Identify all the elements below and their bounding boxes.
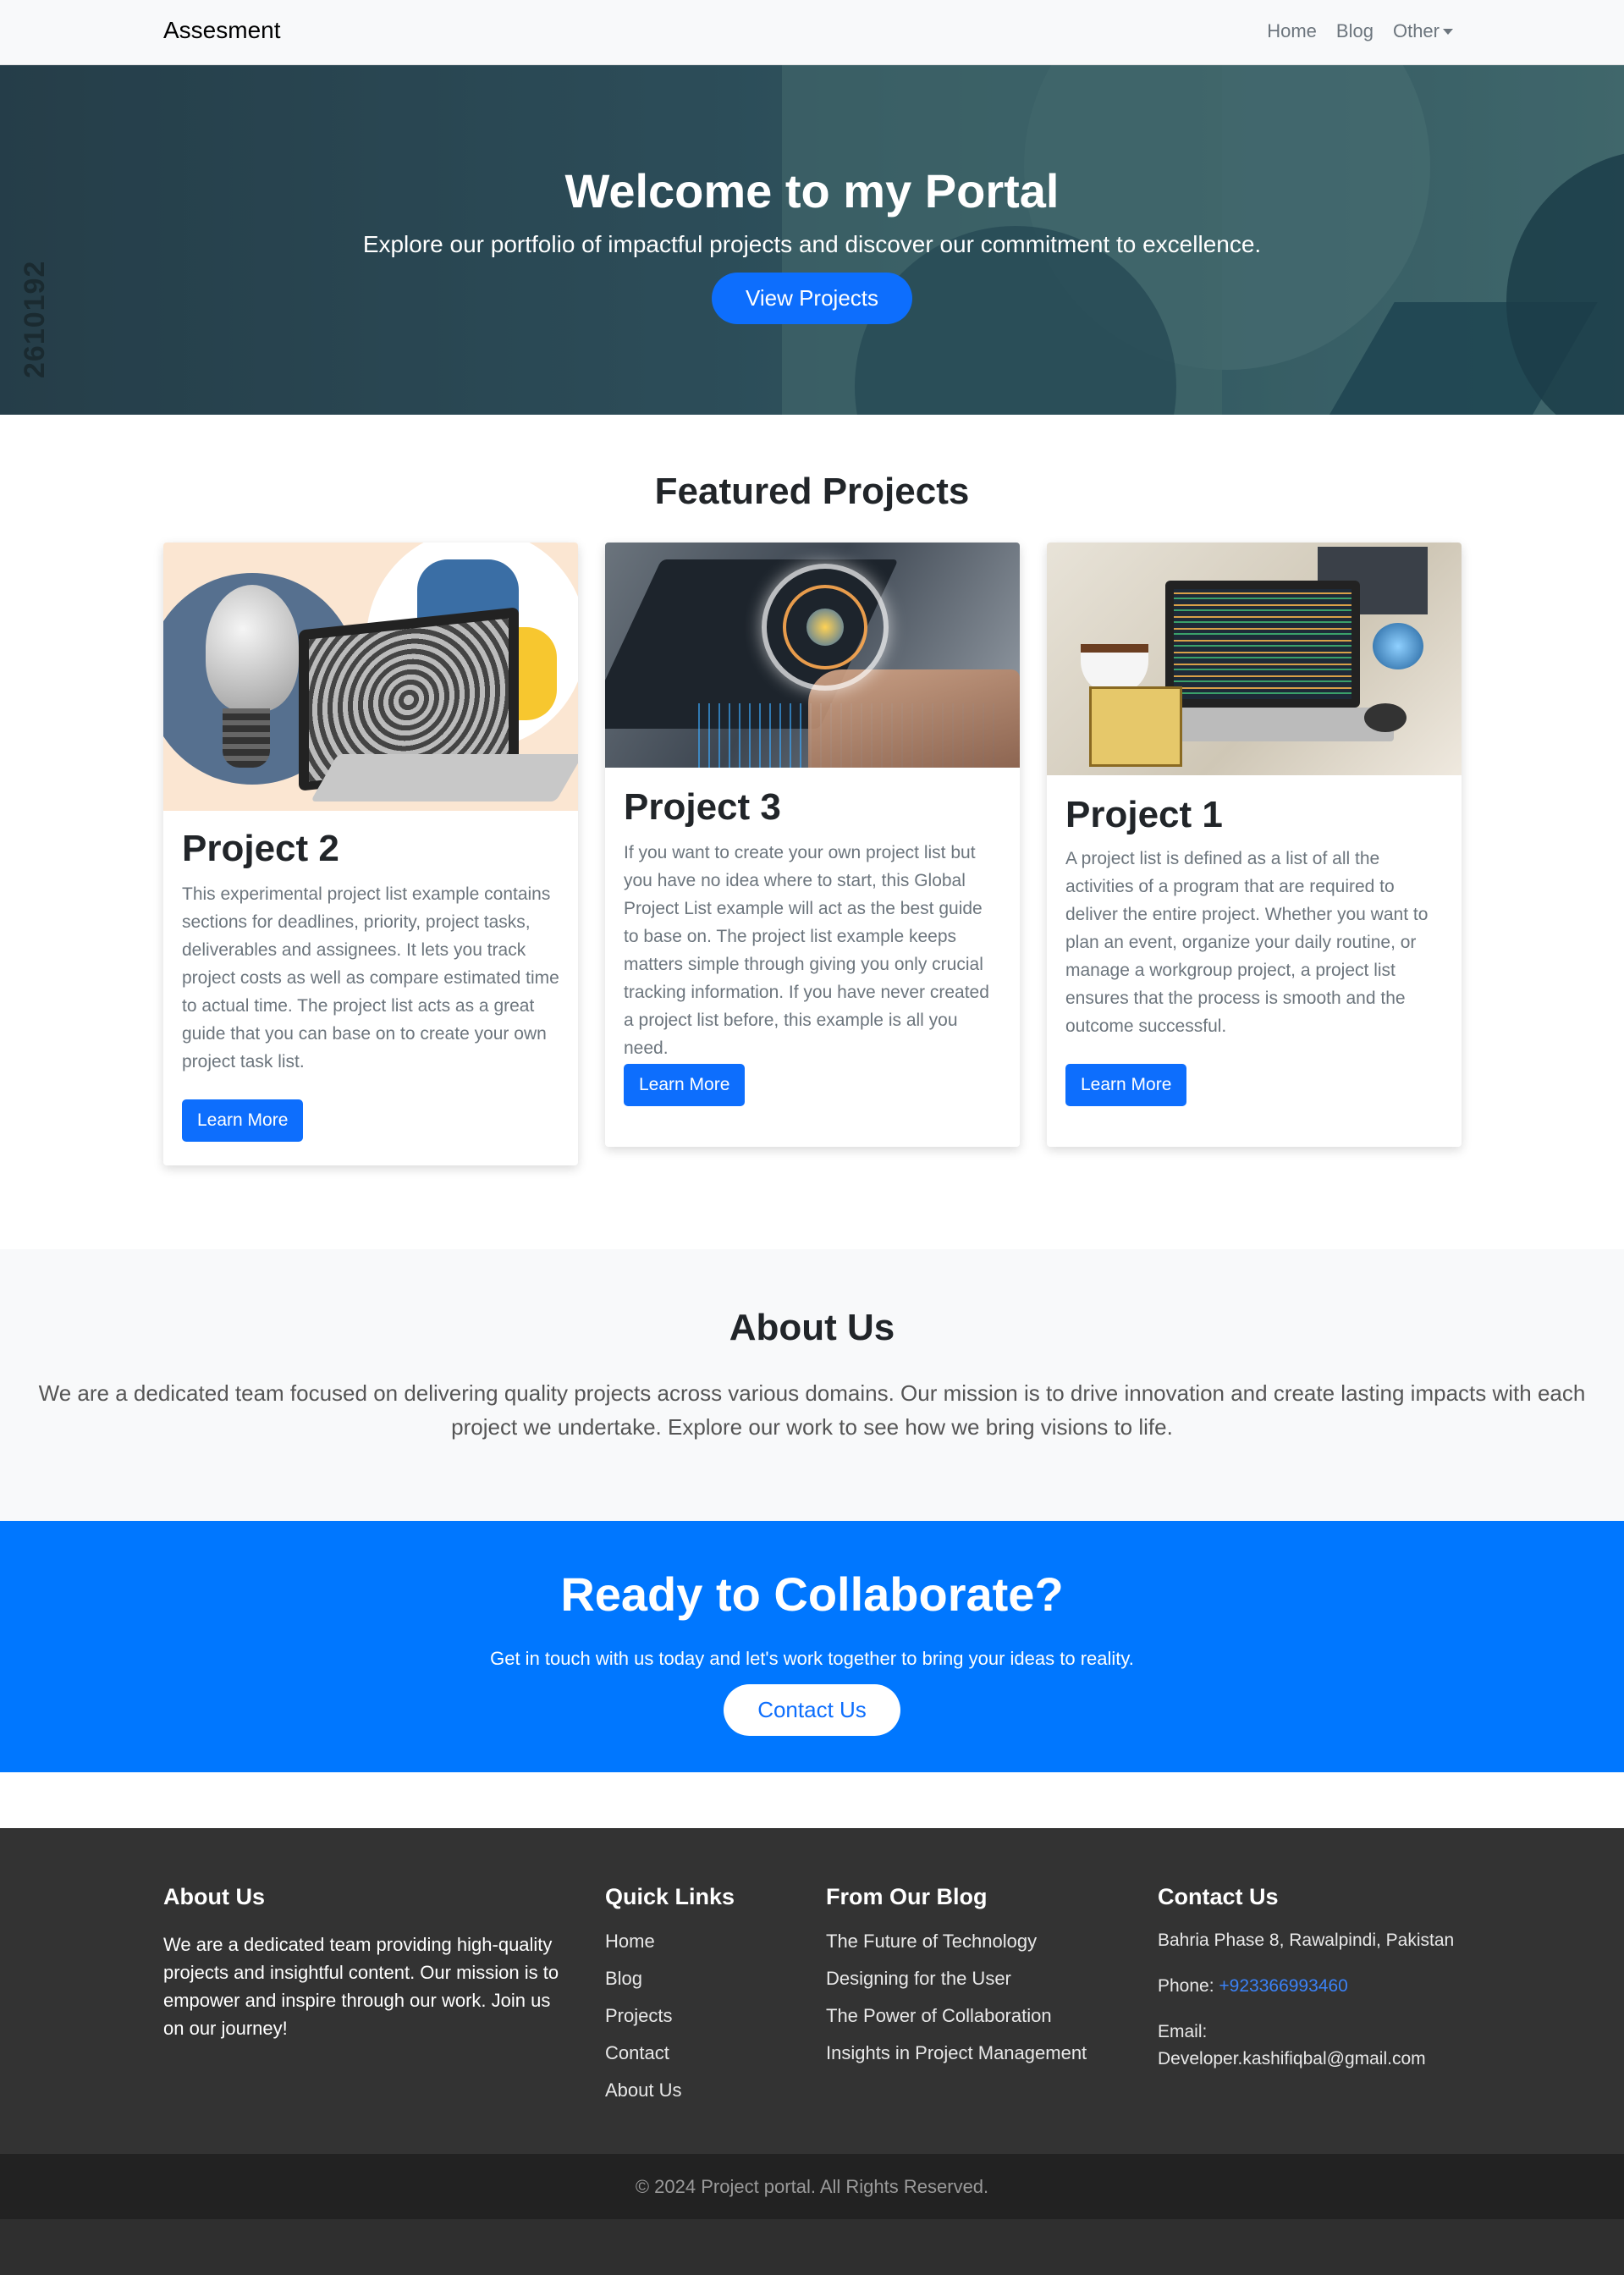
mouse-shape (1364, 703, 1407, 732)
featured-projects-section: Featured Projects Project 2 This experim… (0, 415, 1624, 1249)
navbar: Assesment Home Blog Other (0, 0, 1624, 65)
python-book-shape (1089, 686, 1182, 767)
page-bottom (0, 2219, 1624, 2275)
hero-title: Welcome to my Portal (564, 164, 1060, 218)
contact-address: Bahria Phase 8, Rawalpindi, Pakistan (1158, 1931, 1455, 1950)
contact-email-link[interactable]: Developer.kashifiqbal@gmail.com (1158, 2049, 1462, 2069)
footer-link-blog[interactable]: Blog (605, 1968, 800, 2005)
about-text: We are a dedicated team focused on deliv… (38, 1380, 1586, 1440)
blog-link[interactable]: The Power of Collaboration (826, 2005, 1148, 2042)
brain-hologram-shape (1373, 623, 1423, 669)
footer-about-column: About Us We are a dedicated team providi… (163, 1884, 570, 2042)
footer-about-text: We are a dedicated team providing high-q… (163, 1934, 559, 2039)
chevron-down-icon (1443, 28, 1453, 35)
blog-link[interactable]: Designing for the User (826, 1968, 1148, 2005)
card-title: Project 3 (624, 786, 781, 828)
nav-other-label: Other (1392, 20, 1440, 41)
project-card: Project 2 This experimental project list… (163, 543, 578, 1165)
card-body: Project 2 This experimental project list… (163, 828, 578, 1142)
python-logo-shape (806, 609, 844, 646)
laptop-keyboard-shape (310, 754, 578, 801)
card-title: Project 2 (182, 828, 339, 869)
footer: About Us We are a dedicated team providi… (0, 1828, 1624, 2154)
nav-home-link[interactable]: Home (1267, 20, 1317, 42)
blog-link[interactable]: Insights in Project Management (826, 2042, 1148, 2079)
nav-links: Home Blog Other (1267, 20, 1453, 42)
learn-more-button[interactable]: Learn More (182, 1099, 304, 1142)
copyright-text: © 2024 Project portal. All Rights Reserv… (635, 2175, 989, 2197)
footer-blog-links: The Future of Technology Designing for t… (826, 1931, 1148, 2079)
lightbulb-shape (206, 585, 299, 712)
blog-link[interactable]: The Future of Technology (826, 1931, 1148, 1968)
footer-link-about[interactable]: About Us (605, 2079, 800, 2117)
view-projects-button[interactable]: View Projects (712, 273, 912, 324)
project-card: Project 1 A project list is defined as a… (1047, 543, 1462, 1147)
learn-more-button[interactable]: Learn More (1065, 1064, 1187, 1106)
learn-more-button[interactable]: Learn More (624, 1064, 746, 1106)
footer-contact-title: Contact Us (1158, 1884, 1279, 1909)
project-card: Project 3 If you want to create your own… (605, 543, 1020, 1147)
cta-title: Ready to Collaborate? (560, 1567, 1064, 1621)
copyright-bar: © 2024 Project portal. All Rights Reserv… (0, 2154, 1624, 2219)
contact-phone-label: Phone: (1158, 1976, 1219, 1996)
footer-quick-links: Home Blog Projects Contact About Us (605, 1931, 800, 2117)
section-spacer (0, 1772, 1624, 1828)
footer-contact-column: Contact Us Bahria Phase 8, Rawalpindi, P… (1158, 1884, 1462, 2069)
contact-email-label: Email: (1158, 2022, 1208, 2041)
project-card-image (163, 543, 578, 811)
footer-quick-links-column: Quick Links Home Blog Projects Contact A… (605, 1884, 800, 2117)
hero-side-text: 2610192 (19, 260, 51, 378)
code-screen-shape (1174, 589, 1351, 699)
card-body: Project 1 A project list is defined as a… (1047, 794, 1462, 1106)
footer-blog-column: From Our Blog The Future of Technology D… (826, 1884, 1148, 2079)
card-title: Project 1 (1065, 794, 1223, 835)
about-section: About Us We are a dedicated team focused… (0, 1249, 1624, 1521)
lightbulb-base-shape (223, 708, 270, 768)
nav-other-dropdown[interactable]: Other (1393, 20, 1453, 42)
card-text: A project list is defined as a list of a… (1065, 849, 1429, 1036)
contact-phone-row: Phone: +923366993460 (1158, 1976, 1462, 2022)
card-text: This experimental project list example c… (182, 884, 559, 1071)
cta-subtitle: Get in touch with us today and let's wor… (490, 1648, 1134, 1669)
collaborate-section: Ready to Collaborate? Get in touch with … (0, 1521, 1624, 1772)
contact-phone-link[interactable]: +923366993460 (1219, 1976, 1347, 1996)
footer-contact-details: Bahria Phase 8, Rawalpindi, Pakistan Pho… (1158, 1931, 1462, 2069)
project-card-image (605, 543, 1020, 768)
nav-blog-link[interactable]: Blog (1336, 20, 1374, 42)
hero-section: 2610192 Welcome to my Portal Explore our… (0, 65, 1624, 415)
footer-link-contact[interactable]: Contact (605, 2042, 800, 2079)
footer-about-title: About Us (163, 1884, 265, 1909)
footer-link-projects[interactable]: Projects (605, 2005, 800, 2042)
hero-subtitle: Explore our portfolio of impactful proje… (362, 231, 1262, 257)
brand-link[interactable]: Assesment (163, 17, 281, 44)
card-text: If you want to create your own project l… (624, 843, 989, 1058)
footer-link-home[interactable]: Home (605, 1931, 800, 1968)
project-card-image (1047, 543, 1462, 775)
card-body: Project 3 If you want to create your own… (605, 786, 1020, 1106)
footer-quick-links-title: Quick Links (605, 1884, 735, 1909)
contact-us-button[interactable]: Contact Us (724, 1684, 900, 1736)
section-title: Featured Projects (654, 471, 970, 512)
about-title: About Us (729, 1307, 895, 1348)
footer-blog-title: From Our Blog (826, 1884, 988, 1909)
